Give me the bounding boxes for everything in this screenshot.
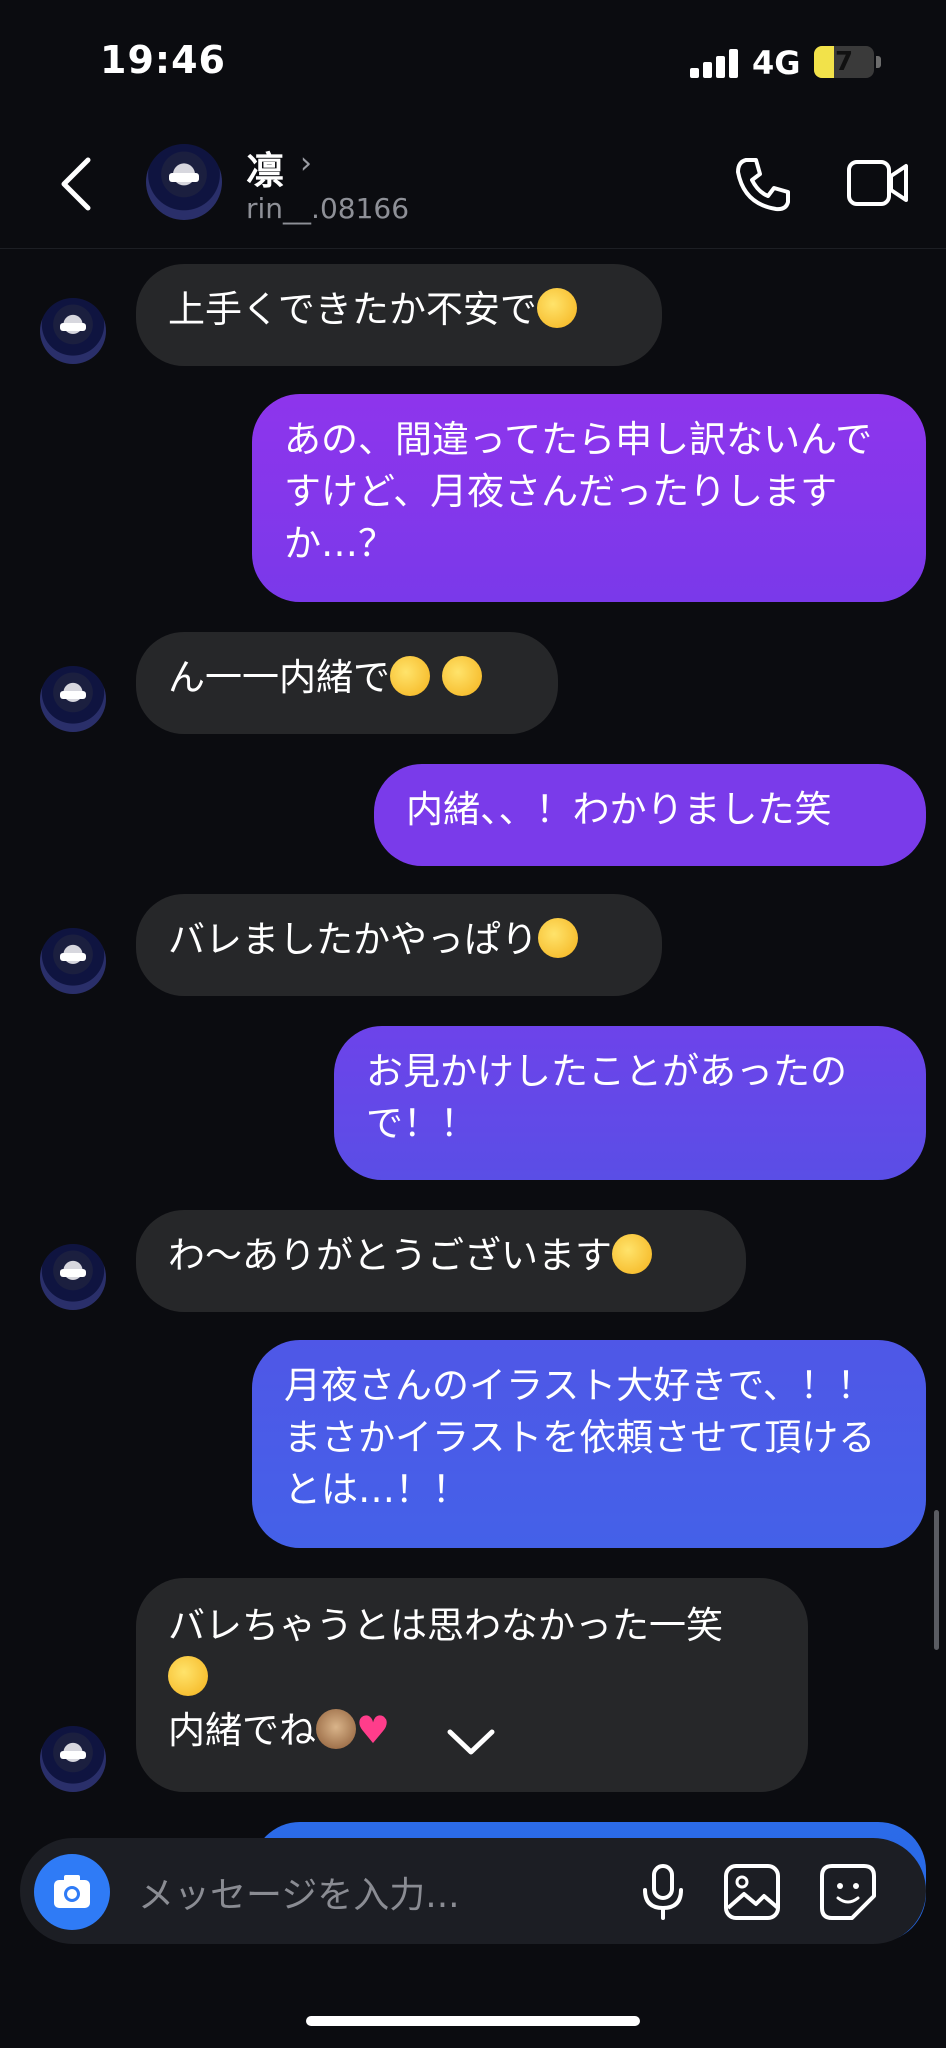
message-input[interactable]: メッセージを入力... xyxy=(138,1866,460,1918)
sender-avatar[interactable] xyxy=(40,298,106,364)
incoming-message[interactable]: ん一一内緒で xyxy=(136,632,558,734)
network-type: 4G xyxy=(752,44,801,82)
relieved-face-icon xyxy=(538,918,578,958)
outgoing-message[interactable]: あの、間違ってたら申し訳ないんですけど、月夜さんだったりしますか…？ xyxy=(252,394,926,602)
outgoing-message[interactable]: 月夜さんのイラスト大好きで、！！ まさかイラストを依頼させて頂けるとは…！！ xyxy=(252,1340,926,1548)
hand-over-mouth-face-icon xyxy=(441,656,482,696)
see-no-evil-monkey-icon xyxy=(316,1709,356,1749)
message-text: ん一一内緒で xyxy=(168,656,390,699)
contact-username[interactable]: rin__.08166 xyxy=(246,192,409,225)
battery-icon: 7 xyxy=(814,46,874,78)
message-composer: メッセージを入力... xyxy=(20,1838,926,1944)
back-arrow-icon[interactable] xyxy=(52,154,102,214)
message-text: バレましたかやっぱり xyxy=(168,918,538,961)
sender-avatar[interactable] xyxy=(40,928,106,994)
sender-avatar[interactable] xyxy=(40,1244,106,1310)
camera-button[interactable] xyxy=(34,1854,110,1930)
incoming-message[interactable]: バレましたかやっぱり xyxy=(136,894,662,996)
message-text: 上手くできたか不安で xyxy=(168,288,537,331)
contact-avatar[interactable] xyxy=(146,144,222,220)
message-text-line1: バレちゃうとは思わなかった一笑 xyxy=(168,1604,723,1647)
outgoing-message[interactable]: お見かけしたことがあったので！！ xyxy=(334,1026,926,1180)
status-bar: 19:46 4G 7 xyxy=(0,0,946,120)
clock: 19:46 xyxy=(100,38,226,82)
message-text-line2: 内緒でね xyxy=(168,1709,316,1752)
crying-face-icon xyxy=(536,288,577,328)
chat-header: 凛 › rin__.08166 xyxy=(0,130,946,249)
gallery-icon[interactable] xyxy=(722,1862,782,1922)
contact-name[interactable]: 凛 xyxy=(246,140,284,195)
heart-icon: ♥ xyxy=(356,1708,391,1752)
incoming-message[interactable]: わ〜ありがとうございます xyxy=(136,1210,746,1312)
battery-cap xyxy=(876,56,881,68)
outgoing-message[interactable]: 内緒、、！わかりました笑 xyxy=(374,764,926,866)
tears-of-joy-face-icon xyxy=(168,1656,208,1696)
incoming-message[interactable]: 上手くできたか不安で xyxy=(136,264,662,366)
scrollbar[interactable] xyxy=(934,1510,939,1650)
battery-level: 7 xyxy=(834,47,854,77)
shushing-face-icon xyxy=(390,656,430,696)
camera-icon xyxy=(54,1875,90,1908)
chevron-down-icon[interactable] xyxy=(436,1712,506,1772)
chevron-right-icon[interactable]: › xyxy=(300,146,312,181)
home-indicator[interactable] xyxy=(306,2016,640,2026)
video-camera-icon[interactable] xyxy=(846,156,910,210)
sender-avatar[interactable] xyxy=(40,1726,106,1792)
tears-of-joy-face-icon xyxy=(612,1234,652,1274)
sender-avatar[interactable] xyxy=(40,666,106,732)
message-text: わ〜ありがとうございます xyxy=(168,1234,612,1277)
sticker-icon[interactable] xyxy=(818,1862,878,1922)
microphone-icon[interactable] xyxy=(632,1860,694,1922)
signal-icon xyxy=(690,48,740,78)
phone-icon[interactable] xyxy=(730,152,794,216)
